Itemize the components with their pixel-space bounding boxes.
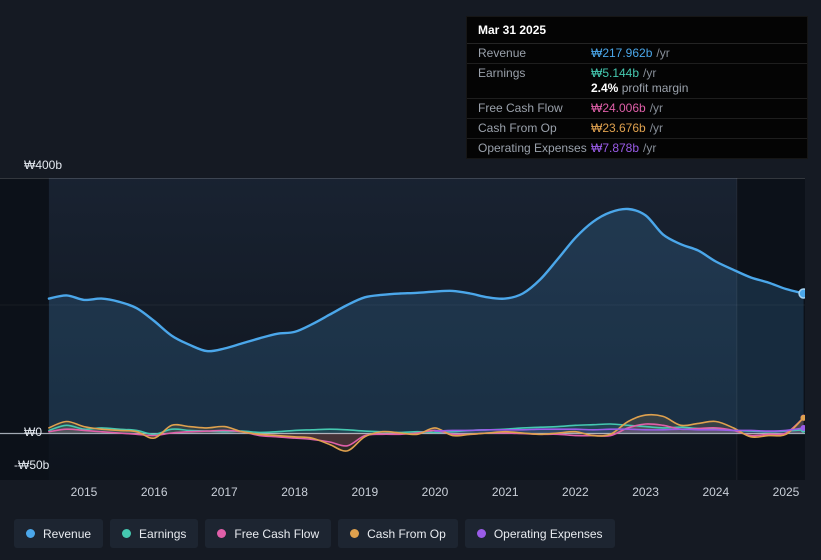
tooltip-unit: /yr bbox=[656, 46, 670, 60]
tooltip-value: ₩5.144b bbox=[591, 66, 640, 80]
x-tick-2022: 2022 bbox=[562, 485, 589, 499]
tooltip-unit: /yr bbox=[649, 121, 664, 135]
y-axis-label-negative: -₩50b bbox=[14, 458, 50, 472]
legend-label: Operating Expenses bbox=[493, 526, 603, 541]
cash-from-op-dot-icon bbox=[350, 529, 360, 538]
chart-area[interactable] bbox=[0, 178, 805, 480]
legend-item-free-cash-flow[interactable]: Free Cash Flow bbox=[205, 519, 332, 548]
profit-margin: 2.4% profit margin bbox=[591, 81, 689, 95]
x-tick-2017: 2017 bbox=[211, 485, 238, 499]
x-tick-2024: 2024 bbox=[702, 485, 730, 499]
legend-item-earnings[interactable]: Earnings bbox=[110, 519, 199, 548]
tooltip-value: ₩23.676b bbox=[591, 121, 646, 135]
earnings-dot-icon bbox=[122, 529, 132, 538]
tooltip-row-free-cash-flow: Free Cash Flow ₩24.006b/yr bbox=[467, 99, 807, 119]
x-tick-2020: 2020 bbox=[421, 485, 449, 499]
legend-item-cash-from-op[interactable]: Cash From Op bbox=[338, 519, 458, 548]
tooltip-rows: Revenue ₩217.962b/yr Earnings ₩5.144b/yr 2.4… bbox=[467, 44, 807, 158]
tooltip-label: Earnings bbox=[478, 66, 526, 80]
y-axis-label-zero: ₩0 bbox=[24, 425, 42, 439]
tooltip-value: ₩217.962b bbox=[591, 46, 653, 60]
legend-label: Cash From Op bbox=[367, 526, 446, 541]
chart-canvas[interactable] bbox=[0, 178, 805, 480]
x-axis: 2015 2016 2017 2018 2019 2020 2021 2022 2023 2024… bbox=[0, 485, 821, 501]
x-tick-2019: 2019 bbox=[351, 485, 379, 499]
tooltip-row-revenue: Revenue ₩217.962b/yr bbox=[467, 44, 807, 64]
free-cash-flow-dot-icon bbox=[217, 529, 227, 538]
chart-tooltip: Mar 31 2025 Revenue ₩217.962b/yr Earnings ₩… bbox=[466, 16, 808, 159]
tooltip-value: ₩24.006b bbox=[591, 101, 646, 115]
tooltip-row-earnings: Earnings ₩5.144b/yr 2.4% profit margin bbox=[467, 64, 807, 99]
x-tick-2021: 2021 bbox=[491, 485, 519, 499]
legend-label: Free Cash Flow bbox=[234, 526, 320, 541]
legend-item-operating-expenses[interactable]: Operating Expenses bbox=[464, 519, 615, 548]
tooltip-label: Operating Expenses bbox=[478, 141, 587, 155]
chart-legend: Revenue Earnings Free Cash Flow Cash From O… bbox=[14, 519, 615, 548]
tooltip-label: Cash From Op bbox=[478, 121, 557, 135]
tooltip-row-operating-expenses: Operating Expenses ₩7.878b/yr bbox=[467, 139, 807, 158]
tooltip-unit: /yr bbox=[649, 101, 664, 115]
operating-expenses-dot-icon bbox=[476, 529, 486, 538]
tooltip-label: Revenue bbox=[478, 46, 527, 60]
y-axis-label-top: ₩400b bbox=[24, 158, 63, 172]
tooltip-value: ₩7.878b bbox=[591, 141, 640, 155]
x-tick-2025: 2025 bbox=[772, 485, 800, 499]
revenue-dot-icon bbox=[26, 529, 35, 538]
tooltip-label: Free Cash Flow bbox=[478, 101, 563, 115]
tooltip-date: Mar 31 2025 bbox=[467, 17, 807, 44]
tooltip-unit: /yr bbox=[643, 141, 657, 155]
tooltip-row-cash-from-op: Cash From Op ₩23.676b/yr bbox=[467, 119, 807, 139]
tooltip-unit: /yr bbox=[643, 66, 657, 80]
legend-label: Revenue bbox=[43, 526, 92, 541]
legend-label: Earnings bbox=[139, 526, 187, 541]
page: { "tooltip": { "date": "Mar 31 2025", "r… bbox=[0, 0, 821, 560]
x-tick-2023: 2023 bbox=[632, 485, 659, 499]
x-tick-2018: 2018 bbox=[281, 485, 308, 499]
legend-item-revenue[interactable]: Revenue bbox=[14, 519, 104, 548]
x-tick-2015: 2015 bbox=[70, 485, 98, 499]
x-tick-2016: 2016 bbox=[140, 485, 168, 499]
